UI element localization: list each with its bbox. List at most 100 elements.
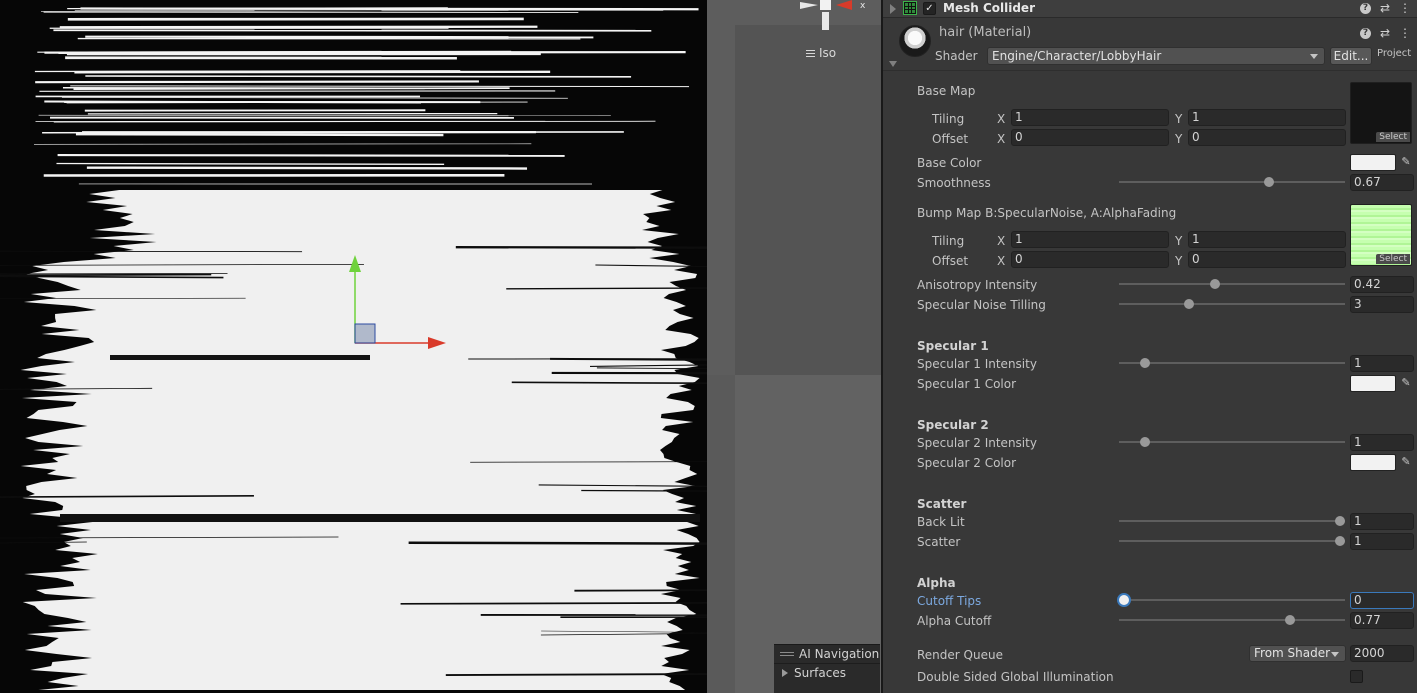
material-preview-thumbnail[interactable] bbox=[899, 25, 931, 57]
inspector-panel: ✓ Mesh Collider ? ⇄ ⋮ hair (Material) ? … bbox=[883, 0, 1417, 693]
bump-tiling-x-field[interactable]: 1 bbox=[1011, 231, 1169, 248]
specular-1-intensity-thumb[interactable] bbox=[1140, 358, 1150, 368]
back-lit-field[interactable]: 1 bbox=[1350, 513, 1414, 530]
component-title: Mesh Collider bbox=[943, 1, 1035, 15]
specular-2-color-swatch[interactable] bbox=[1350, 454, 1396, 471]
edit-shader-button[interactable]: Edit... bbox=[1330, 47, 1372, 65]
specular-1-color-label: Specular 1 Color bbox=[917, 377, 1017, 391]
alpha-heading: Alpha bbox=[917, 576, 956, 590]
shader-label: Shader bbox=[935, 49, 978, 63]
smoothness-slider-track[interactable] bbox=[1119, 181, 1345, 183]
anisotropy-slider-track[interactable] bbox=[1119, 283, 1345, 285]
material-preset-icon[interactable]: ⇄ bbox=[1380, 26, 1390, 40]
base-map-select-button[interactable]: Select bbox=[1376, 132, 1410, 142]
alpha-cutoff-track[interactable] bbox=[1119, 619, 1345, 621]
material-help-icon[interactable]: ? bbox=[1359, 28, 1371, 39]
anisotropy-slider-thumb[interactable] bbox=[1210, 279, 1220, 289]
smoothness-field[interactable]: 0.67 bbox=[1350, 174, 1414, 191]
ai-navigation-item-label: Surfaces bbox=[794, 665, 846, 680]
base-offset-x-field[interactable]: 0 bbox=[1011, 129, 1169, 146]
render-queue-field[interactable]: 2000 bbox=[1350, 645, 1414, 662]
bump-offset-x-label: X bbox=[997, 254, 1006, 268]
alpha-cutoff-thumb[interactable] bbox=[1285, 615, 1295, 625]
scatter-field[interactable]: 1 bbox=[1350, 533, 1414, 550]
mesh-collider-icon bbox=[903, 1, 917, 15]
cutoff-tips-field[interactable]: 0 bbox=[1350, 592, 1414, 609]
preset-icon[interactable]: ⇄ bbox=[1380, 1, 1390, 15]
help-icon[interactable]: ? bbox=[1359, 3, 1371, 14]
specular-1-intensity-track[interactable] bbox=[1119, 362, 1345, 364]
bump-tiling-x-label: X bbox=[997, 234, 1006, 248]
material-more-menu-icon[interactable]: ⋮ bbox=[1399, 26, 1411, 40]
back-lit-track[interactable] bbox=[1119, 520, 1345, 522]
shader-value: Engine/Character/LobbyHair bbox=[992, 49, 1162, 63]
dropdown-arrow-icon bbox=[1310, 54, 1318, 59]
double-sided-gi-checkbox[interactable] bbox=[1350, 670, 1363, 683]
material-foldout-icon[interactable] bbox=[889, 61, 897, 67]
cutoff-tips-thumb[interactable] bbox=[1117, 593, 1131, 607]
back-lit-label: Back Lit bbox=[917, 515, 965, 529]
base-offset-y-label: Y bbox=[1175, 132, 1183, 146]
scatter-thumb[interactable] bbox=[1335, 536, 1345, 546]
scatter-heading: Scatter bbox=[917, 497, 967, 511]
ai-navigation-header[interactable]: AI Navigation bbox=[774, 645, 880, 664]
foldout-arrow-icon[interactable] bbox=[890, 4, 896, 14]
bump-tiling-label: Tiling bbox=[932, 234, 965, 248]
component-enabled-checkbox[interactable]: ✓ bbox=[923, 2, 936, 15]
drag-handle-icon[interactable] bbox=[780, 650, 794, 658]
scene-view[interactable]: x Iso AI Navigation Surfaces bbox=[0, 0, 881, 693]
base-tiling-y-field[interactable]: 1 bbox=[1188, 109, 1346, 126]
ai-navigation-overlay[interactable]: AI Navigation Surfaces bbox=[774, 644, 880, 693]
dropdown-arrow-icon bbox=[1331, 652, 1339, 657]
base-color-swatch[interactable] bbox=[1350, 154, 1396, 171]
specular-2-intensity-track[interactable] bbox=[1119, 441, 1345, 443]
specular-1-intensity-field[interactable]: 1 bbox=[1350, 355, 1414, 372]
anisotropy-field[interactable]: 0.42 bbox=[1350, 276, 1414, 293]
eyedropper-icon[interactable]: ✎ bbox=[1399, 376, 1413, 390]
base-tiling-x-field[interactable]: 1 bbox=[1011, 109, 1169, 126]
specular-noise-slider-track[interactable] bbox=[1119, 303, 1345, 305]
eyedropper-icon[interactable]: ✎ bbox=[1399, 455, 1413, 469]
eyedropper-icon[interactable]: ✎ bbox=[1399, 155, 1413, 169]
bump-offset-label: Offset bbox=[932, 254, 969, 268]
ai-navigation-item-surfaces[interactable]: Surfaces bbox=[774, 664, 880, 681]
specular-noise-field[interactable]: 3 bbox=[1350, 296, 1414, 313]
specular-noise-label: Specular Noise Tilling bbox=[917, 298, 1046, 312]
render-queue-dropdown[interactable]: From Shader bbox=[1249, 645, 1346, 662]
alpha-cutoff-label: Alpha Cutoff bbox=[917, 614, 992, 628]
hair-texture-preview bbox=[0, 0, 707, 693]
back-lit-thumb[interactable] bbox=[1335, 516, 1345, 526]
specular-2-intensity-thumb[interactable] bbox=[1140, 437, 1150, 447]
alpha-cutoff-field[interactable]: 0.77 bbox=[1350, 612, 1414, 629]
shader-dropdown[interactable]: Engine/Character/LobbyHair bbox=[987, 47, 1325, 65]
scene-canvas[interactable]: x bbox=[0, 0, 881, 693]
base-map-texture-slot[interactable]: Select bbox=[1350, 82, 1412, 144]
menu-icon bbox=[806, 48, 815, 59]
base-tiling-y-label: Y bbox=[1175, 112, 1183, 126]
bump-map-texture-slot[interactable]: Select bbox=[1350, 204, 1412, 266]
ai-navigation-title: AI Navigation bbox=[799, 647, 880, 661]
expand-arrow-icon[interactable] bbox=[782, 668, 788, 677]
bump-map-select-button[interactable]: Select bbox=[1376, 254, 1410, 264]
projection-toggle[interactable]: Iso bbox=[806, 46, 836, 60]
bump-offset-y-label: Y bbox=[1175, 254, 1183, 268]
specular-noise-slider-thumb[interactable] bbox=[1184, 299, 1194, 309]
mesh-collider-header[interactable]: ✓ Mesh Collider ? ⇄ ⋮ bbox=[883, 0, 1417, 18]
bump-offset-x-field[interactable]: 0 bbox=[1011, 251, 1169, 268]
render-queue-mode: From Shader bbox=[1254, 646, 1331, 660]
specular-1-color-swatch[interactable] bbox=[1350, 375, 1396, 392]
cutoff-tips-track[interactable] bbox=[1119, 599, 1345, 601]
scatter-track[interactable] bbox=[1119, 540, 1345, 542]
bump-offset-y-field[interactable]: 0 bbox=[1188, 251, 1346, 268]
base-tiling-x-label: X bbox=[997, 112, 1006, 126]
base-offset-x-label: X bbox=[997, 132, 1006, 146]
project-button[interactable]: Project bbox=[1377, 48, 1411, 59]
specular-2-intensity-label: Specular 2 Intensity bbox=[917, 436, 1037, 450]
specular-2-intensity-field[interactable]: 1 bbox=[1350, 434, 1414, 451]
bump-map-label: Bump Map B:SpecularNoise, A:AlphaFading bbox=[917, 206, 1177, 220]
more-menu-icon[interactable]: ⋮ bbox=[1399, 1, 1411, 15]
base-offset-y-field[interactable]: 0 bbox=[1188, 129, 1346, 146]
material-name: hair (Material) bbox=[939, 25, 1032, 40]
bump-tiling-y-field[interactable]: 1 bbox=[1188, 231, 1346, 248]
smoothness-slider-thumb[interactable] bbox=[1264, 177, 1274, 187]
